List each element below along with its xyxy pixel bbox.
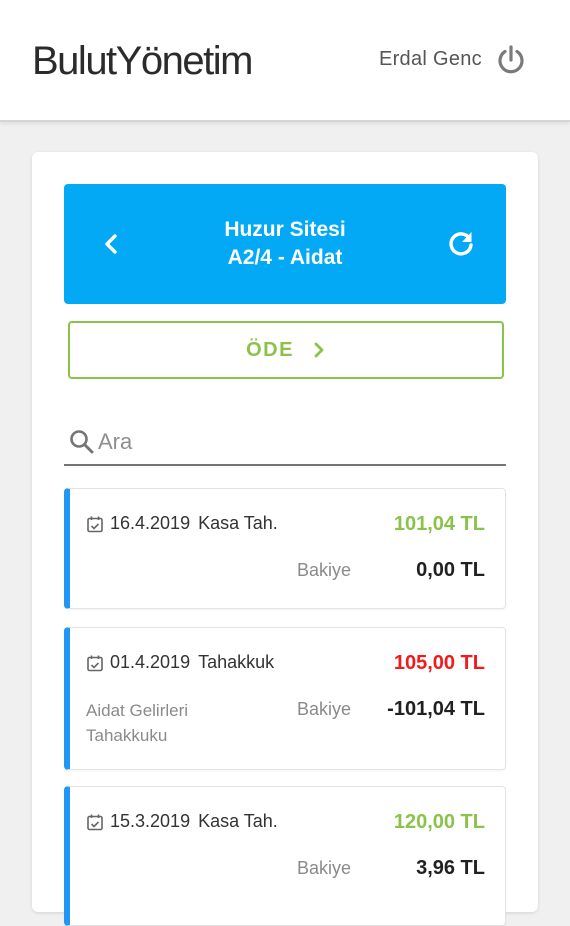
chevron-right-icon [314, 342, 324, 358]
transaction-type: Kasa Tah. [198, 811, 278, 831]
balance-value: -101,04 TL [387, 698, 485, 720]
transaction-date: 01.4.2019 [110, 652, 191, 672]
site-name: Huzur Sitesi [224, 218, 346, 241]
balance-value: 0,00 TL [416, 559, 485, 581]
transaction-header: 15.3.2019 Kasa Tah. [86, 811, 278, 832]
balance-value: 3,96 TL [416, 857, 485, 879]
search-input[interactable] [98, 426, 498, 458]
power-icon[interactable] [496, 44, 526, 76]
transaction-header: 01.4.2019 Tahakkuk [86, 652, 274, 673]
transaction-item[interactable]: 16.4.2019 Kasa Tah. 101,04 TL Bakiye 0,0… [64, 488, 506, 609]
transaction-date: 15.3.2019 [110, 811, 191, 831]
balance-label: Bakiye [296, 858, 351, 878]
pay-button-label: ÖDE [246, 338, 294, 361]
account-title: Huzur Sitesi A2/4 - Aidat [64, 216, 506, 272]
transaction-type: Kasa Tah. [198, 513, 278, 533]
calendar-check-icon [87, 655, 103, 671]
transaction-amount: 101,04 TL [393, 513, 485, 535]
unit-name: A2/4 - Aidat [227, 246, 343, 269]
transaction-type: Tahakkuk [198, 652, 275, 672]
search-field [64, 422, 506, 466]
transaction-item[interactable]: 01.4.2019 Tahakkuk 105,00 TL Aidat Gelir… [64, 627, 506, 770]
calendar-check-icon [87, 814, 103, 830]
transaction-amount: 120,00 TL [393, 811, 485, 833]
transaction-item[interactable]: 15.3.2019 Kasa Tah. 120,00 TL Bakiye 3,9… [64, 786, 506, 926]
pay-button[interactable]: ÖDE [68, 321, 504, 379]
transaction-header: 16.4.2019 Kasa Tah. [86, 513, 278, 534]
app-header: BulutYönetim Erdal Genc [0, 0, 570, 122]
calendar-check-icon [87, 516, 103, 532]
balance-label: Bakiye [296, 699, 351, 719]
transaction-amount: 105,00 TL [393, 652, 485, 674]
brand-logo: BulutYönetim [32, 39, 253, 83]
account-title-bar: Huzur Sitesi A2/4 - Aidat [64, 184, 506, 304]
transaction-date: 16.4.2019 [110, 513, 191, 533]
user-name[interactable]: Erdal Genc [379, 48, 482, 71]
account-card: Huzur Sitesi A2/4 - Aidat ÖDE Ara 16.4.2… [32, 152, 538, 926]
balance-label: Bakiye [296, 560, 351, 580]
refresh-icon[interactable] [446, 229, 476, 259]
search-icon [70, 430, 94, 454]
transaction-description: Aidat Gelirleri Tahakkuku [86, 701, 189, 745]
